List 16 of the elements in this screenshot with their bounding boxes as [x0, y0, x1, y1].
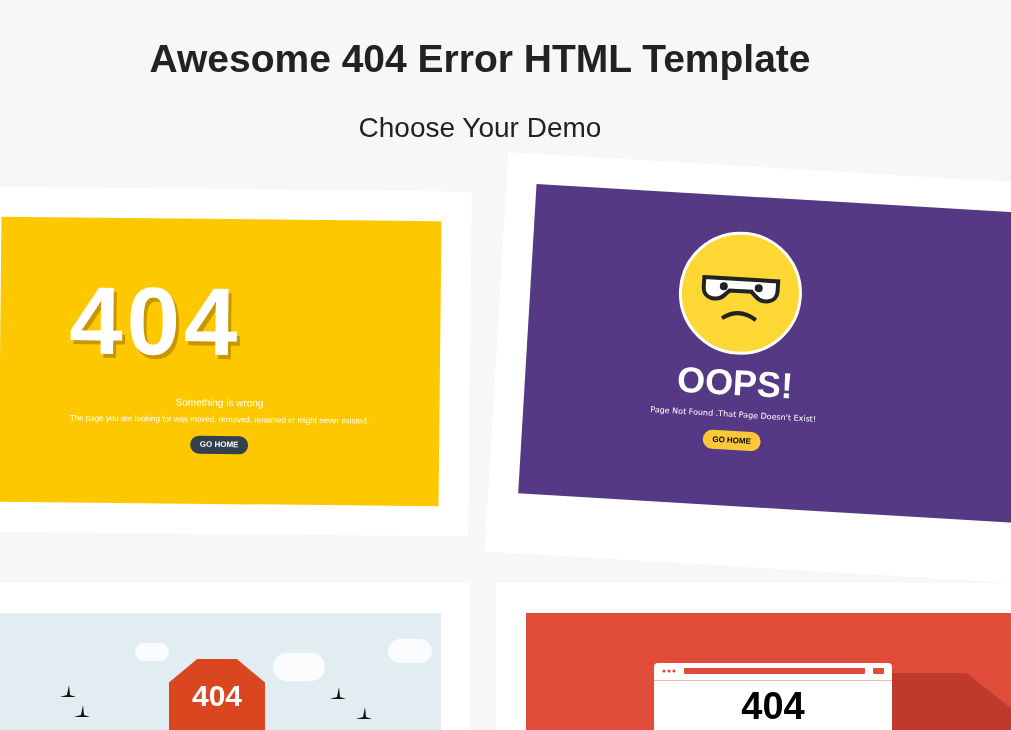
- error-code: 404: [68, 271, 242, 370]
- error-message: The page you are looking for was moved, removed, renamed or might never existed.: [69, 411, 370, 428]
- error-heading: Something is wrong: [175, 395, 264, 410]
- home-button[interactable]: GO HOME: [189, 435, 249, 454]
- page-subtitle: Choose Your Demo: [358, 110, 602, 145]
- error-code: 404: [741, 686, 805, 725]
- window-dots-icon: [662, 669, 676, 673]
- home-button[interactable]: GO HOME: [701, 428, 762, 452]
- oops-heading: OOPS!: [676, 361, 795, 404]
- bird-icon: [74, 704, 90, 719]
- bird-icon: [330, 686, 346, 701]
- page-title: Awesome 404 Error HTML Template: [149, 36, 811, 82]
- error-code: 404: [191, 680, 243, 711]
- bird-icon: [356, 706, 372, 721]
- bird-icon: [60, 684, 76, 699]
- error-message: Page Not Found .That Page Doesn't Exist!: [649, 403, 817, 426]
